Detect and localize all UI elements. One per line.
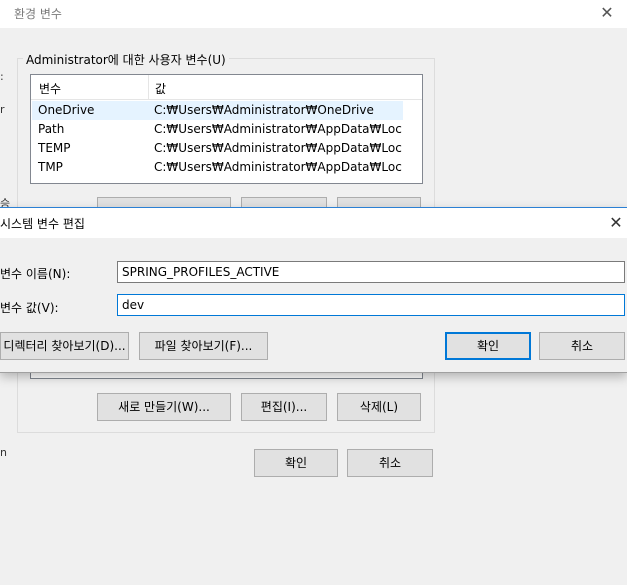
user-variables-list[interactable]: 변수 값 OneDrive C:₩Users₩Administrator₩One… [30, 74, 423, 184]
variable-value: C:₩Users₩Administrator₩AppData₩Local₩... [154, 122, 402, 136]
variable-name: OneDrive [38, 103, 95, 117]
variable-value: C:₩Users₩Administrator₩AppData₩Local₩... [154, 160, 402, 174]
env-titlebar: 환경 변수 ✕ [0, 0, 627, 28]
variable-value-input[interactable] [117, 294, 625, 316]
edge-fragment: r [0, 103, 5, 116]
list-item[interactable]: OneDrive C:₩Users₩Administrator₩OneDrive [32, 101, 403, 120]
list-item[interactable]: TEMP C:₩Users₩Administrator₩AppData₩Loca… [32, 139, 403, 158]
column-header-variable[interactable]: 변수 [39, 80, 61, 97]
env-ok-button[interactable]: 확인 [254, 449, 338, 477]
variable-value: C:₩Users₩Administrator₩AppData₩Local₩... [154, 141, 402, 155]
env-dialog-title: 환경 변수 [14, 7, 62, 21]
edit-dialog-title: 시스템 변수 편집 [0, 217, 85, 231]
close-icon[interactable]: ✕ [605, 212, 627, 234]
edit-ok-button[interactable]: 확인 [445, 332, 531, 360]
variable-name: TEMP [38, 141, 71, 155]
edge-fragment: n [0, 446, 7, 459]
variable-name-input[interactable] [117, 261, 625, 283]
env-cancel-button[interactable]: 취소 [347, 449, 433, 477]
variable-value-label: 변수 값(V): [0, 301, 59, 315]
browse-file-button[interactable]: 파일 찾아보기(F)... [139, 332, 268, 360]
edit-titlebar[interactable]: 시스템 변수 편집 ✕ [0, 208, 627, 238]
edit-system-variable-dialog: 시스템 변수 편집 ✕ 변수 이름(N): 변수 값(V): 디렉터리 찾아보기… [0, 207, 627, 373]
edit-cancel-button[interactable]: 취소 [539, 332, 625, 360]
list-header: 변수 값 [31, 75, 422, 100]
user-variables-group-label: Administrator에 대한 사용자 변수(U) [23, 51, 229, 68]
close-icon[interactable]: ✕ [597, 3, 617, 23]
edge-fragment: : [0, 70, 4, 83]
browse-directory-button[interactable]: 디렉터리 찾아보기(D)... [0, 332, 129, 360]
variable-name-label: 변수 이름(N): [0, 267, 71, 281]
system-new-button[interactable]: 새로 만들기(W)... [97, 393, 231, 421]
variable-name: Path [38, 122, 65, 136]
column-header-value[interactable]: 값 [155, 80, 166, 97]
list-item[interactable]: Path C:₩Users₩Administrator₩AppData₩Loca… [32, 120, 403, 139]
column-divider[interactable] [148, 75, 149, 99]
variable-name: TMP [38, 160, 63, 174]
system-edit-button[interactable]: 편집(I)... [241, 393, 327, 421]
list-item[interactable]: TMP C:₩Users₩Administrator₩AppData₩Local… [32, 158, 403, 177]
variable-value: C:₩Users₩Administrator₩OneDrive [154, 103, 374, 117]
system-delete-button[interactable]: 삭제(L) [337, 393, 421, 421]
